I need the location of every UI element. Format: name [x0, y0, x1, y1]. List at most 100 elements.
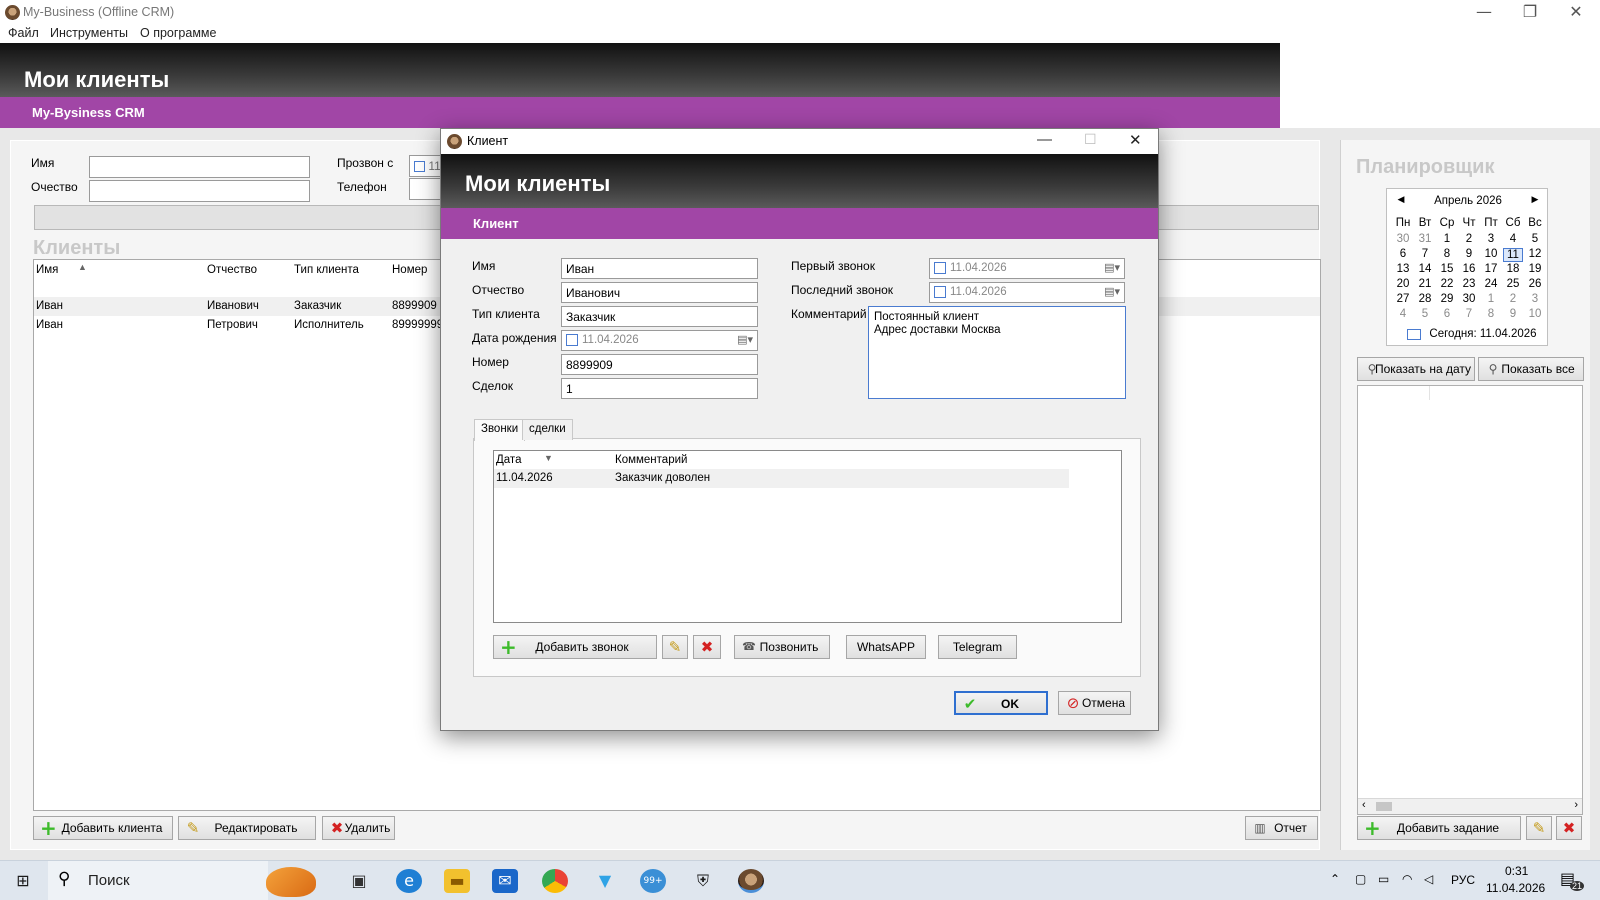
tab-calls[interactable]: Звонки	[474, 419, 526, 441]
tray-chevron-icon[interactable]: ⌃	[1330, 872, 1340, 886]
report-button[interactable]: ▥ Отчет	[1245, 816, 1318, 840]
patronymic-input[interactable]: Иванович	[561, 282, 758, 303]
calendar-day[interactable]: 31	[1415, 233, 1435, 245]
birth-date-checkbox[interactable]	[566, 334, 578, 346]
calendar-day[interactable]: 5	[1525, 233, 1545, 245]
calendar-dropdown-icon[interactable]: ▤▾	[1104, 261, 1120, 274]
calendar-day[interactable]: 8	[1437, 248, 1457, 260]
edge-browser-icon[interactable]: e	[396, 869, 422, 893]
calendar-day[interactable]: 30	[1393, 233, 1413, 245]
calendar-day[interactable]: 3	[1481, 233, 1501, 245]
last-call-checkbox[interactable]	[934, 286, 946, 298]
add-client-button[interactable]: + Добавить клиента	[33, 816, 173, 840]
taskbar-search[interactable]: ⚲ Поиск	[48, 861, 316, 900]
add-call-button[interactable]: + Добавить звонок	[493, 635, 657, 659]
calendar-day[interactable]: 24	[1481, 278, 1501, 290]
col-name-header[interactable]: Имя	[36, 264, 58, 276]
telegram-app-icon[interactable]: 99+	[640, 869, 666, 893]
col-type-header[interactable]: Тип клиента	[294, 264, 359, 276]
name-input[interactable]: Иван	[561, 258, 758, 279]
calendar-day[interactable]: 10	[1525, 308, 1545, 320]
calendar-today[interactable]: Сегодня: 11.04.2026	[1425, 328, 1541, 340]
calendar-day[interactable]: 19	[1525, 263, 1545, 275]
windows-start-icon[interactable]: ⊞	[10, 869, 36, 893]
call-from-checkbox[interactable]	[414, 161, 425, 173]
crm-app-icon[interactable]	[738, 869, 764, 893]
next-month-icon[interactable]: ▶	[1525, 194, 1545, 205]
edit-client-button[interactable]: ✎ Редактировать	[178, 816, 316, 840]
tray-battery-icon[interactable]: ▭	[1378, 872, 1389, 886]
language-indicator[interactable]: РУС	[1451, 873, 1475, 887]
minimize-icon[interactable]: —	[1037, 131, 1052, 148]
calendar-day[interactable]: 5	[1415, 308, 1435, 320]
birth-date-picker[interactable]: 11.04.2026 ▤▾	[561, 330, 758, 351]
patronymic-filter-input[interactable]	[89, 180, 310, 202]
calendar-day[interactable]: 2	[1503, 293, 1523, 305]
client-type-input[interactable]: Заказчик	[561, 306, 758, 327]
calendar-day[interactable]: 29	[1437, 293, 1457, 305]
calendar-dropdown-icon[interactable]: ▤▾	[737, 333, 753, 346]
close-button[interactable]: ✕	[1553, 0, 1599, 26]
col-number-header[interactable]: Номер	[392, 264, 427, 276]
task-view-icon[interactable]: ▣	[346, 869, 372, 893]
menu-tools[interactable]: Инструменты	[50, 26, 128, 40]
calendar-day[interactable]: 18	[1503, 263, 1523, 275]
calendar-day[interactable]: 22	[1437, 278, 1457, 290]
file-explorer-icon[interactable]: ▬	[444, 869, 470, 893]
table-row[interactable]: 11.04.2026 Заказчик доволен	[494, 469, 1069, 488]
security-shield-icon[interactable]: ⛨	[690, 869, 716, 893]
col-comment-header[interactable]: Комментарий	[615, 454, 687, 466]
cancel-button[interactable]: ⊘ Отмена	[1058, 691, 1131, 715]
edit-call-button[interactable]: ✎	[662, 635, 688, 659]
col-date-header[interactable]: Дата	[496, 454, 521, 466]
edit-task-button[interactable]: ✎	[1526, 816, 1552, 840]
calendar-month[interactable]: Апрель 2026	[1427, 195, 1509, 207]
menu-about[interactable]: О программе	[140, 26, 216, 40]
calendar-day[interactable]: 4	[1393, 308, 1413, 320]
calendar-day[interactable]: 9	[1503, 308, 1523, 320]
calendar-day[interactable]: 25	[1503, 278, 1523, 290]
tab-deals[interactable]: сделки	[522, 419, 573, 440]
scroll-left-icon[interactable]: ‹	[1362, 799, 1366, 811]
calendar-day[interactable]: 28	[1415, 293, 1435, 305]
tasks-list[interactable]: ‹ ›	[1357, 385, 1583, 815]
number-input[interactable]: 8899909	[561, 354, 758, 375]
first-call-picker[interactable]: 11.04.2026 ▤▾	[929, 258, 1125, 279]
first-call-checkbox[interactable]	[934, 262, 946, 274]
chrome-icon[interactable]	[542, 869, 568, 893]
calendar-day[interactable]: 6	[1437, 308, 1457, 320]
planner-calendar[interactable]: ◀ Апрель 2026 ▶ Пн Вт Ср Чт Пт Сб Вс 30 31 1 2 3 4 5 6…	[1386, 188, 1548, 346]
show-on-date-button[interactable]: ⚲ Показать на дату	[1357, 357, 1475, 381]
outlook-icon[interactable]: ✉	[492, 869, 518, 893]
calendar-day[interactable]: 30	[1459, 293, 1479, 305]
calendar-day[interactable]: 4	[1503, 233, 1523, 245]
name-filter-input[interactable]	[89, 156, 310, 178]
scroll-right-icon[interactable]: ›	[1574, 799, 1578, 811]
horizontal-scrollbar[interactable]: ‹ ›	[1358, 798, 1582, 814]
tray-wifi-icon[interactable]: ◠	[1402, 872, 1412, 886]
last-call-picker[interactable]: 11.04.2026 ▤▾	[929, 282, 1125, 303]
delete-task-button[interactable]: ✖	[1556, 816, 1582, 840]
calendar-day[interactable]: 15	[1437, 263, 1457, 275]
restore-button[interactable]: ❐	[1507, 0, 1553, 26]
calendar-day[interactable]: 27	[1393, 293, 1413, 305]
calendar-day[interactable]: 8	[1481, 308, 1501, 320]
show-all-button[interactable]: ⚲ Показать все	[1478, 357, 1584, 381]
clock-date[interactable]: 11.04.2026	[1486, 881, 1545, 895]
calendar-day[interactable]: 17	[1481, 263, 1501, 275]
col-patronymic-header[interactable]: Отчество	[207, 264, 257, 276]
calendar-day[interactable]: 9	[1459, 248, 1479, 260]
ok-button[interactable]: ✔ OK	[954, 691, 1048, 715]
deals-input[interactable]: 1	[561, 378, 758, 399]
call-button[interactable]: ☎ Позвонить	[734, 635, 830, 659]
calendar-day[interactable]: 10	[1481, 248, 1501, 260]
delete-call-button[interactable]: ✖	[693, 635, 721, 659]
clock-time[interactable]: 0:31	[1505, 864, 1528, 878]
comment-textarea[interactable]: Постоянный клиент Адрес доставки Москва	[868, 306, 1126, 399]
prev-month-icon[interactable]: ◀	[1391, 194, 1411, 205]
whatsapp-button[interactable]: WhatsAPP	[846, 635, 926, 659]
calendar-dropdown-icon[interactable]: ▤▾	[1104, 285, 1120, 298]
calendar-day[interactable]: 7	[1459, 308, 1479, 320]
minimize-button[interactable]: —	[1461, 0, 1507, 26]
tray-volume-icon[interactable]: ◁	[1424, 872, 1433, 886]
